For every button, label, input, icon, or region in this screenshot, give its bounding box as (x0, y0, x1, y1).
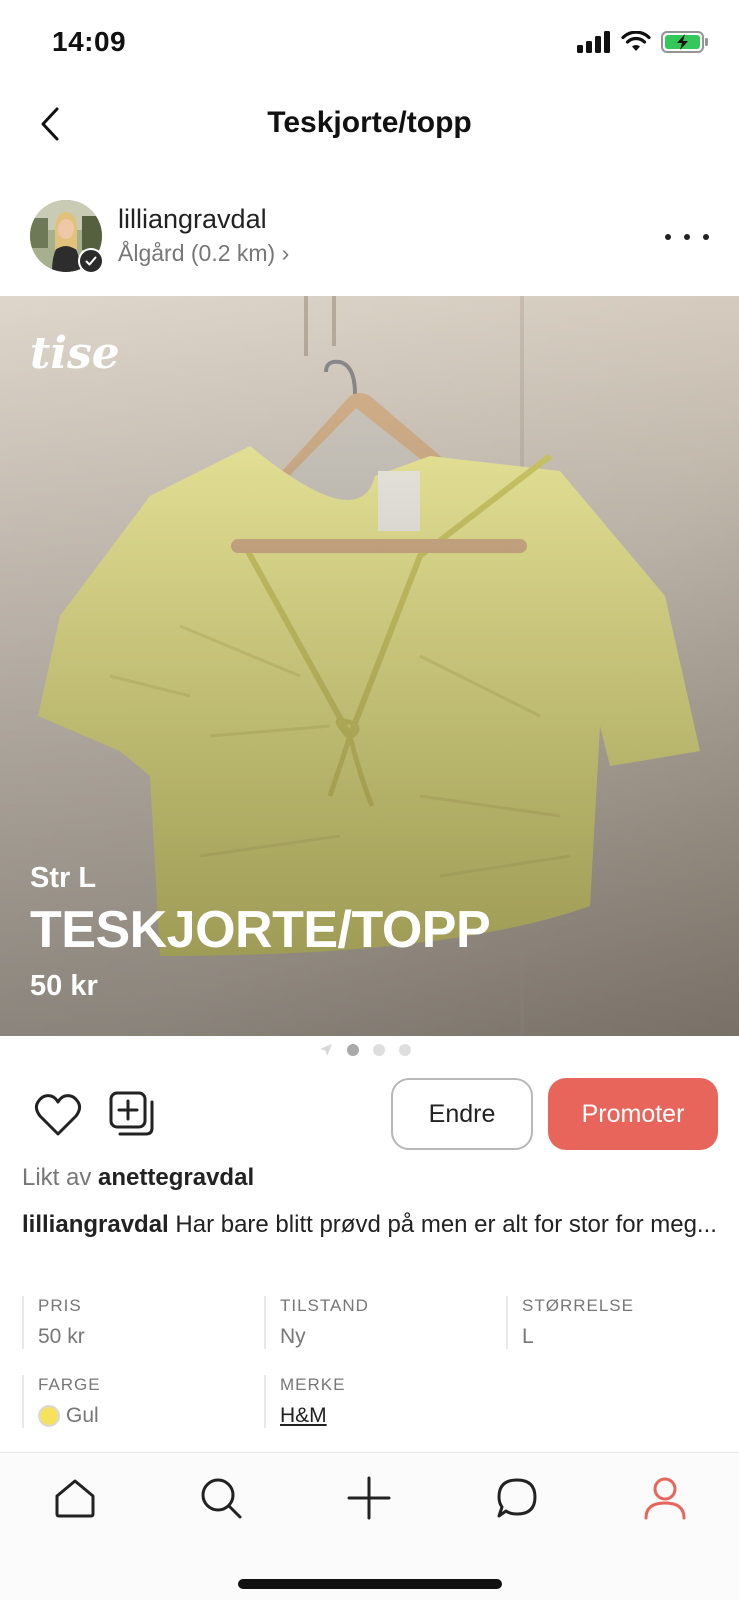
detail-value: Ny (280, 1325, 306, 1348)
detail-label: PRIS (38, 1296, 82, 1315)
detail-label: MERKE (280, 1375, 346, 1394)
seller-row: lilliangravdal Ålgård (0.2 km) › (0, 198, 739, 288)
action-bar: Endre Promoter (0, 1078, 739, 1152)
tab-sell[interactable] (344, 1473, 394, 1523)
description-text: Har bare blitt prøvd på men er alt for s… (168, 1211, 717, 1238)
detail-brand: MERKE H&M (264, 1375, 345, 1428)
tab-bar (0, 1452, 739, 1600)
description: lilliangravdal Har bare blitt prøvd på m… (22, 1206, 722, 1243)
check-icon (85, 256, 97, 266)
status-icons (577, 30, 709, 54)
product-image[interactable]: tise Str L TESKJORTE/TOPP 50 kr (0, 296, 739, 1036)
color-swatch (38, 1405, 60, 1427)
add-collection-icon (109, 1091, 154, 1136)
detail-value: L (522, 1325, 534, 1348)
page-title: Teskjorte/topp (267, 106, 472, 139)
search-icon (201, 1478, 242, 1519)
status-bar: 14:09 (0, 0, 739, 88)
wifi-icon (621, 31, 651, 51)
hero-size-label: Str L (30, 862, 97, 894)
detail-color: FARGE Gul (22, 1375, 101, 1428)
add-to-collection-button[interactable] (108, 1090, 156, 1138)
seller-location[interactable]: Ålgård (0.2 km) › (118, 240, 289, 267)
pagination-dot[interactable] (346, 1044, 359, 1056)
pagination-dot[interactable] (372, 1044, 385, 1056)
chat-icon (497, 1478, 537, 1518)
verified-badge (78, 248, 104, 274)
hero-price: 50 kr (30, 970, 98, 1002)
image-pagination (0, 1040, 739, 1060)
tab-profile[interactable] (640, 1473, 690, 1523)
detail-label: TILSTAND (280, 1296, 369, 1315)
detail-value: Gul (38, 1404, 101, 1428)
home-icon (55, 1479, 95, 1518)
detail-price: PRIS 50 kr (22, 1296, 85, 1349)
pagination-dot[interactable] (398, 1044, 411, 1056)
detail-condition: TILSTAND Ny (264, 1296, 369, 1349)
promote-button[interactable]: Promoter (548, 1078, 718, 1150)
more-options-button[interactable] (665, 222, 709, 252)
more-horizontal-icon (665, 234, 671, 240)
edit-button[interactable]: Endre (391, 1078, 533, 1150)
tab-messages[interactable] (492, 1473, 542, 1523)
plus-icon (347, 1476, 391, 1520)
brand-link[interactable]: H&M (280, 1404, 345, 1428)
description-author[interactable]: lilliangravdal (22, 1211, 169, 1238)
detail-size: STØRRELSE L (506, 1296, 634, 1349)
nav-header: Teskjorte/topp (0, 88, 739, 186)
tab-home[interactable] (50, 1473, 100, 1523)
location-arrow-icon (319, 1044, 332, 1056)
detail-value: 50 kr (38, 1325, 85, 1348)
seller-username[interactable]: lilliangravdal (118, 204, 267, 235)
like-button[interactable] (34, 1092, 82, 1138)
liked-by-prefix: Likt av (22, 1164, 92, 1191)
tab-search[interactable] (196, 1473, 246, 1523)
heart-icon (34, 1094, 82, 1136)
profile-icon (644, 1477, 686, 1520)
battery-charging-icon (661, 31, 708, 53)
detail-label: STØRRELSE (522, 1296, 634, 1315)
tise-watermark: tise (30, 328, 120, 379)
liked-by: Likt av anettegravdal (22, 1164, 254, 1192)
liked-by-user[interactable]: anettegravdal (98, 1164, 254, 1191)
hero-title: TESKJORTE/TOPP (30, 901, 491, 959)
detail-label: FARGE (38, 1375, 101, 1394)
signal-icon (577, 31, 610, 53)
home-indicator (238, 1579, 502, 1589)
color-name: Gul (66, 1404, 99, 1427)
status-time: 14:09 (52, 26, 127, 57)
